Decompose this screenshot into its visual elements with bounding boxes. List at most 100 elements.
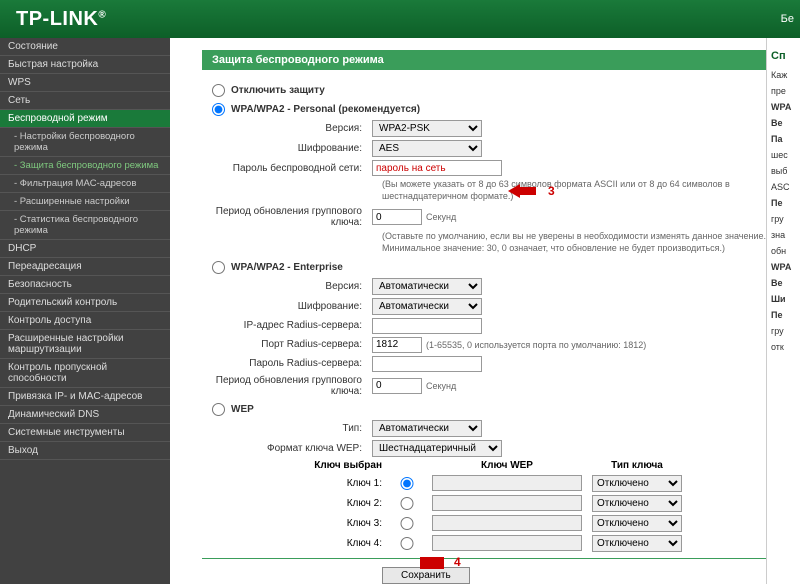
hint-radius-port: (1-65535, 0 используется порта по умолча… — [426, 340, 646, 350]
sidebar-item-19[interactable]: Системные инструменты — [0, 424, 170, 442]
help-line-10: зна — [771, 230, 796, 240]
radio-wep[interactable] — [212, 403, 225, 416]
wep-row-label: Ключ 3: — [312, 518, 382, 529]
select-wep-format[interactable]: Шестнадцатеричный — [372, 440, 502, 457]
input-ent-gku[interactable] — [372, 378, 422, 394]
sidebar-item-18[interactable]: Динамический DNS — [0, 406, 170, 424]
help-line-16: гру — [771, 326, 796, 336]
wep-col-key: Ключ WEP — [432, 460, 582, 471]
label-ent-version: Версия: — [202, 281, 372, 292]
sidebar-item-6[interactable]: - Защита беспроводного режима — [0, 157, 170, 175]
help-line-4: Па — [771, 134, 796, 144]
sidebar-item-15[interactable]: Расширенные настройки маршрутизации — [0, 330, 170, 359]
wep-row-3: Ключ 3: Отключено — [312, 515, 754, 532]
sidebar-item-10[interactable]: DHCP — [0, 240, 170, 258]
content-area: Защита беспроводного режима Отключить за… — [170, 38, 766, 584]
wep-row-1: Ключ 1:Отключено — [312, 475, 754, 492]
label-wpa-personal: WPA/WPA2 - Personal (рекомендуется) — [231, 104, 420, 115]
help-line-9: гру — [771, 214, 796, 224]
sidebar-item-12[interactable]: Безопасность — [0, 276, 170, 294]
sidebar-item-1[interactable]: Быстрая настройка — [0, 56, 170, 74]
wep-col-selected: Ключ выбран — [312, 460, 382, 471]
logo: TP-LINK® — [16, 8, 106, 31]
sidebar-item-11[interactable]: Переадресация — [0, 258, 170, 276]
help-line-5: шес — [771, 150, 796, 160]
label-wep-format: Формат ключа WEP: — [202, 443, 372, 454]
header-right-text: Бе — [781, 13, 794, 25]
help-line-6: выб — [771, 166, 796, 176]
label-disable-security: Отключить защиту — [231, 85, 325, 96]
sidebar-item-17[interactable]: Привязка IP- и MAC-адресов — [0, 388, 170, 406]
wep-table: Ключ выбран Ключ WEP Тип ключа Ключ 1:От… — [312, 460, 754, 552]
help-line-2: WPA — [771, 102, 796, 112]
help-line-13: Ве — [771, 278, 796, 288]
wep-radio-3[interactable] — [392, 517, 422, 530]
marker-arrow-3 — [508, 184, 536, 198]
label-wep: WEP — [231, 404, 254, 415]
sidebar-item-0[interactable]: Состояние — [0, 38, 170, 56]
wep-type-select-1[interactable]: Отключено — [592, 475, 682, 492]
save-button[interactable]: Сохранить — [382, 567, 470, 584]
radio-wpa-personal[interactable] — [212, 103, 225, 116]
sidebar-item-14[interactable]: Контроль доступа — [0, 312, 170, 330]
sidebar-item-5[interactable]: - Настройки беспроводного режима — [0, 128, 170, 157]
wep-key-input-2[interactable] — [432, 495, 582, 511]
sidebar-item-4[interactable]: Беспроводной режим — [0, 110, 170, 128]
sidebar-item-16[interactable]: Контроль пропускной способности — [0, 359, 170, 388]
wep-radio-1[interactable] — [392, 477, 422, 490]
input-gku[interactable] — [372, 209, 422, 225]
label-radius-port: Порт Radius-сервера: — [202, 339, 372, 350]
select-wpa-version[interactable]: WPA2-PSK — [372, 120, 482, 137]
input-wireless-password[interactable] — [372, 160, 502, 176]
divider — [202, 558, 766, 559]
annotation-4: 4 — [454, 555, 461, 569]
wep-key-input-3[interactable] — [432, 515, 582, 531]
sidebar-item-9[interactable]: - Статистика беспроводного режима — [0, 211, 170, 240]
select-wpa-encryption[interactable]: AES — [372, 140, 482, 157]
wep-key-input-4[interactable] — [432, 535, 582, 551]
sidebar-item-8[interactable]: - Расширенные настройки — [0, 193, 170, 211]
select-ent-encryption[interactable]: Автоматически — [372, 298, 482, 315]
label-encryption: Шифрование: — [202, 143, 372, 154]
hint-gku-unit: Секунд — [426, 212, 456, 222]
wep-type-select-3[interactable]: Отключено — [592, 515, 682, 532]
help-line-17: отк — [771, 342, 796, 352]
select-ent-version[interactable]: Автоматически — [372, 278, 482, 295]
help-line-0: Каж — [771, 70, 796, 80]
sidebar-item-2[interactable]: WPS — [0, 74, 170, 92]
input-radius-pwd[interactable] — [372, 356, 482, 372]
wep-row-label: Ключ 4: — [312, 538, 382, 549]
label-version: Версия: — [202, 123, 372, 134]
label-radius-ip: IP-адрес Radius-сервера: — [202, 320, 372, 331]
wep-type-select-2[interactable]: Отключено — [592, 495, 682, 512]
marker-4 — [420, 557, 444, 569]
help-line-14: Ши — [771, 294, 796, 304]
select-wep-type[interactable]: Автоматически — [372, 420, 482, 437]
help-panel: СпКажпреWPAВеПашесвыбASCПегрузнаобнWPAВе… — [766, 38, 800, 584]
note-gku: (Оставьте по умолчанию, если вы не увере… — [202, 231, 766, 254]
hint-ent-gku-unit: Секунд — [426, 381, 456, 391]
input-radius-port[interactable] — [372, 337, 422, 353]
radio-disable-security[interactable] — [212, 84, 225, 97]
sidebar-item-13[interactable]: Родительский контроль — [0, 294, 170, 312]
label-wep-type: Тип: — [202, 423, 372, 434]
header: TP-LINK® Бе — [0, 0, 800, 38]
help-title: Сп — [771, 50, 796, 62]
wep-radio-4[interactable] — [392, 537, 422, 550]
help-line-11: обн — [771, 246, 796, 256]
wep-row-4: Ключ 4: Отключено — [312, 535, 754, 552]
input-radius-ip[interactable] — [372, 318, 482, 334]
wep-key-input-1[interactable] — [432, 475, 582, 491]
label-wpa-enterprise: WPA/WPA2 - Enterprise — [231, 262, 343, 273]
wep-row-label: Ключ 2: — [312, 498, 382, 509]
radio-wpa-enterprise[interactable] — [212, 261, 225, 274]
sidebar-item-3[interactable]: Сеть — [0, 92, 170, 110]
help-line-8: Пе — [771, 198, 796, 208]
sidebar-item-20[interactable]: Выход — [0, 442, 170, 460]
wep-type-select-4[interactable]: Отключено — [592, 535, 682, 552]
help-line-3: Ве — [771, 118, 796, 128]
page-title: Защита беспроводного режима — [202, 50, 766, 70]
sidebar-item-7[interactable]: - Фильтрация MAC-адресов — [0, 175, 170, 193]
wep-radio-2[interactable] — [392, 497, 422, 510]
label-gku: Период обновления группового ключа: — [202, 206, 372, 228]
